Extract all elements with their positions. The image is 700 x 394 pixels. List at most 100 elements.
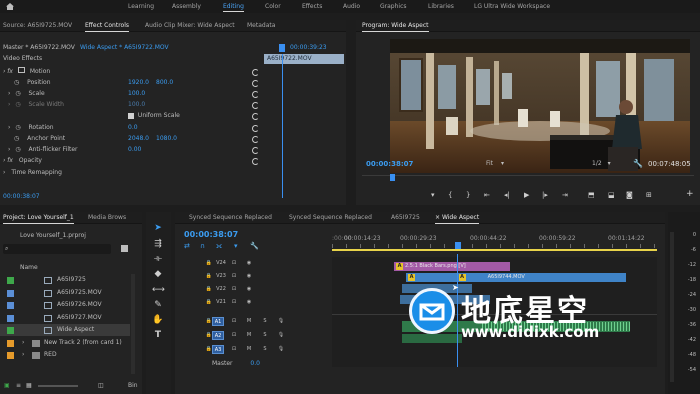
scrub-playhead[interactable] (390, 174, 395, 181)
track-name[interactable]: A3 (212, 345, 224, 354)
position-x-value[interactable]: 1920.0 (128, 78, 149, 88)
expand-arrow-icon[interactable]: › (8, 90, 10, 97)
eye-icon[interactable]: ◉ (244, 285, 254, 294)
workspace-assembly[interactable]: Assembly (172, 0, 201, 12)
wrench-icon[interactable]: 🔧 (633, 159, 643, 168)
track-name[interactable]: V24 (214, 259, 228, 268)
sync-icon[interactable]: ⊡ (229, 272, 239, 281)
track-name[interactable]: V23 (214, 272, 228, 281)
sync-icon[interactable]: ⊡ (229, 285, 239, 294)
label-color-swatch[interactable] (7, 339, 14, 347)
rotation-reset-icon[interactable] (252, 125, 259, 132)
icon-view-icon[interactable]: ▦ (26, 382, 32, 389)
step-back-icon[interactable]: ◂| (504, 191, 510, 199)
eye-icon[interactable]: ◉ (244, 272, 254, 281)
anchor-x-value[interactable]: 2048.0 (128, 134, 149, 144)
label-color-swatch[interactable] (7, 289, 14, 297)
motion-row[interactable]: › fx Motion (3, 67, 50, 77)
ec-timecode-bottom[interactable]: 00:00:38:07 (3, 192, 40, 202)
workspace-lg-ultra-wide[interactable]: LG Ultra Wide Workspace (474, 0, 550, 12)
close-icon[interactable]: × (435, 214, 442, 221)
track-name[interactable]: V21 (214, 298, 228, 307)
new-bin-icon[interactable] (121, 245, 128, 252)
workspace-editing[interactable]: Editing (223, 0, 244, 12)
ec-playhead-handle[interactable] (279, 44, 285, 52)
track-name[interactable]: A1 (212, 317, 224, 326)
eye-icon[interactable]: ◉ (244, 259, 254, 268)
tab-media-browser[interactable]: Media Brows (88, 212, 126, 224)
motion-reset-icon[interactable] (252, 69, 259, 76)
resolution-dropdown[interactable]: 1/2 ▾ (592, 159, 611, 169)
selection-tool-icon[interactable]: ➤ (152, 222, 164, 234)
scale-reset-icon[interactable] (252, 91, 259, 98)
sync-icon[interactable]: ⊡ (229, 298, 239, 307)
scale-width-reset-icon[interactable] (252, 102, 259, 109)
workspace-learning[interactable]: Learning (128, 0, 154, 12)
home-icon[interactable] (6, 3, 14, 10)
opacity-row[interactable]: › fx Opacity (3, 156, 42, 166)
tab-program[interactable]: Program: Wide Aspect (362, 20, 429, 32)
lock-icon[interactable]: 🔒 (204, 259, 214, 268)
linked-selection-icon[interactable]: ⟗ (216, 242, 222, 251)
expand-arrow-icon[interactable]: › (3, 169, 7, 176)
anchor-y-value[interactable]: 1080.0 (156, 134, 177, 144)
tab-synced-seq-2[interactable]: Synced Sequence Replaced (289, 212, 372, 224)
mark-in-icon[interactable]: ▾ (431, 191, 435, 199)
sync-icon[interactable]: ⊡ (229, 331, 239, 340)
ripple-edit-tool-icon[interactable]: ⟛ (152, 253, 164, 265)
clip-black-bars[interactable]: A 2.5:1 Black Bars.png [V] (394, 262, 510, 271)
expand-arrow-icon[interactable]: › (8, 124, 10, 131)
stopwatch-icon[interactable]: ◷ (14, 79, 19, 86)
mic-icon[interactable]: 🎙 (276, 331, 286, 340)
stopwatch-icon[interactable]: ◷ (14, 135, 19, 142)
sync-icon[interactable]: ⊡ (229, 317, 239, 326)
mark-in-bracket-icon[interactable]: { (448, 191, 452, 199)
time-remapping-row[interactable]: › Time Remapping (3, 168, 62, 178)
timeline-settings-icon[interactable]: 🔧 (250, 242, 259, 250)
tab-a65i9725[interactable]: A65I9725 (391, 212, 420, 224)
list-item[interactable]: A65I9725 (0, 274, 130, 286)
anti-flicker-value[interactable]: 0.00 (128, 145, 141, 155)
tab-synced-seq-1[interactable]: Synced Sequence Replaced (189, 212, 272, 224)
expand-arrow-icon[interactable]: › (8, 146, 10, 153)
add-marker-icon[interactable]: ▾ (234, 242, 238, 250)
solo-button[interactable]: S (260, 345, 270, 354)
play-icon[interactable]: ▶ (524, 191, 529, 199)
lift-icon[interactable]: ⬒ (588, 191, 595, 199)
tab-source[interactable]: Source: A65I9725.MOV (3, 20, 72, 32)
program-scrub-bar[interactable] (362, 174, 694, 181)
workspace-libraries[interactable]: Libraries (428, 0, 454, 12)
label-color-swatch[interactable] (7, 277, 14, 284)
expand-arrow-icon[interactable]: › (22, 349, 24, 361)
go-to-out-icon[interactable]: ⇥ (562, 191, 568, 199)
snap-icon[interactable]: ∩ (200, 242, 205, 250)
fx-icon[interactable]: › fx (3, 68, 13, 75)
fx-icon[interactable]: › fx (3, 157, 13, 164)
opacity-reset-icon[interactable] (252, 158, 259, 165)
step-forward-icon[interactable]: |▸ (542, 191, 548, 199)
workspace-audio[interactable]: Audio (343, 0, 360, 12)
list-item[interactable]: A65I9727.MOV (0, 312, 130, 324)
rotation-value[interactable]: 0.0 (128, 123, 138, 133)
project-search-input[interactable]: ⌕ (3, 244, 111, 254)
uniform-scale-checkbox[interactable] (128, 112, 134, 119)
tab-project[interactable]: Project: Love Yourself_1 (3, 212, 74, 224)
stopwatch-icon[interactable]: ◷ (15, 146, 20, 153)
tab-effect-controls[interactable]: Effect Controls (85, 20, 129, 32)
position-reset-icon[interactable] (252, 80, 259, 87)
ec-playhead[interactable] (282, 54, 283, 198)
mic-icon[interactable]: 🎙 (276, 317, 286, 326)
sequence-clip-label[interactable]: Wide Aspect * A65I9722.MOV (80, 43, 169, 53)
label-color-swatch[interactable] (7, 302, 14, 309)
lock-icon[interactable]: 🔒 (204, 285, 214, 294)
project-scrollbar[interactable] (131, 274, 135, 374)
scale-value[interactable]: 100.0 (128, 89, 145, 99)
track-name[interactable]: V22 (214, 285, 228, 294)
anti-flicker-reset-icon[interactable] (252, 147, 259, 154)
list-item[interactable]: A65I9725.MOV (0, 287, 130, 299)
list-view-icon[interactable]: ≡ (16, 382, 21, 389)
clip-main[interactable]: A A A65I9744.MOV (406, 273, 626, 282)
work-area-bar[interactable] (332, 249, 657, 251)
new-item-icon[interactable]: ◫ (98, 382, 104, 389)
anchor-point-reset-icon[interactable] (252, 136, 259, 143)
